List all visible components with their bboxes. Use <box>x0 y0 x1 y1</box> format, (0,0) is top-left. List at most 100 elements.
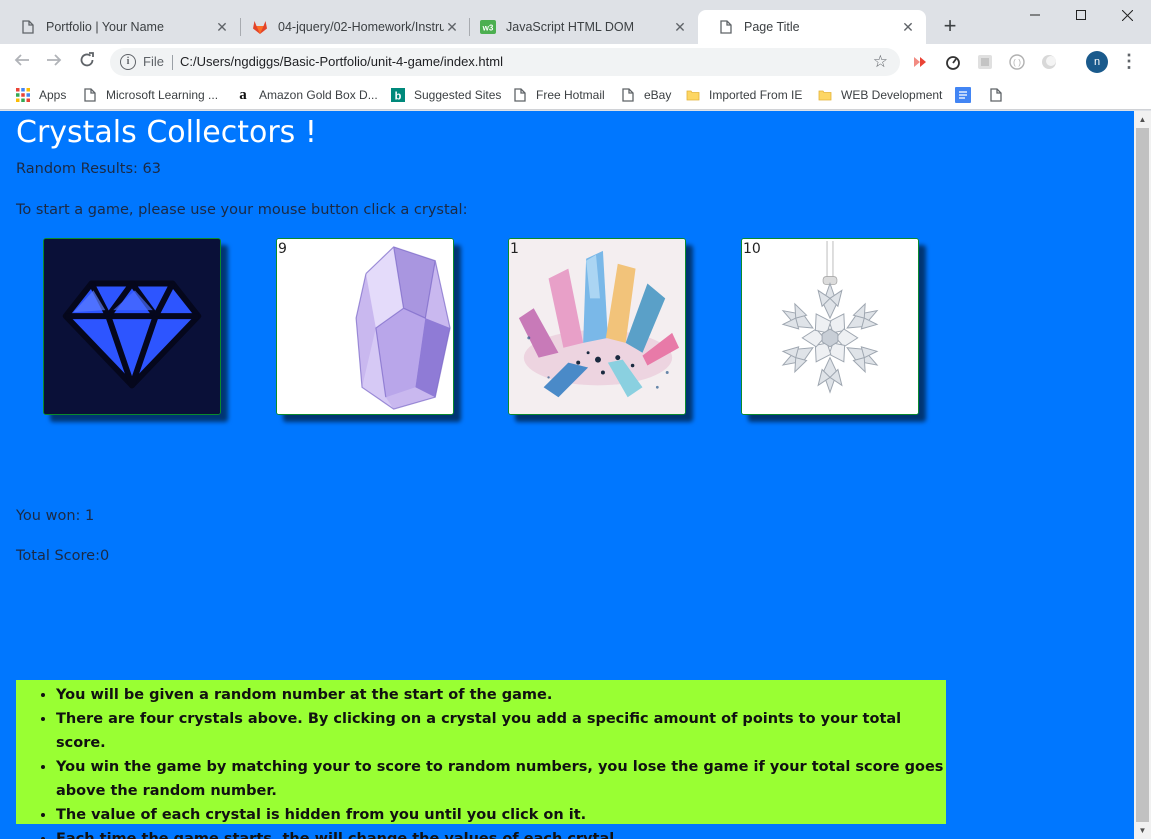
window-close-button[interactable] <box>1104 0 1150 30</box>
scrollbar-thumb[interactable] <box>1136 128 1149 822</box>
bookmark-ebay[interactable]: eBay <box>620 84 671 106</box>
instructions-box: You will be given a random number at the… <box>16 680 946 839</box>
browser-toolbar: i File C:/Users/ngdiggs/Basic-Portfolio/… <box>0 44 1151 80</box>
amazon-icon: a <box>239 86 247 103</box>
tab-w3schools[interactable]: w3 JavaScript HTML DOM ✕ <box>460 10 698 44</box>
tab-page-title[interactable]: Page Title ✕ <box>698 10 926 44</box>
start-prompt: To start a game, please use your mouse b… <box>16 202 468 218</box>
purple-crystal-image <box>277 239 453 414</box>
instruction-item: Each time the game starts, the will chan… <box>56 827 946 839</box>
svg-text:(): () <box>1012 59 1022 68</box>
w3schools-icon: w3 <box>480 19 496 35</box>
wins-counter: You won: 1 <box>16 508 95 524</box>
instructions-list: You will be given a random number at the… <box>16 683 946 839</box>
tab-gitlab[interactable]: 04-jquery/02-Homework/Instru ✕ <box>232 10 470 44</box>
scroll-up-arrow-icon[interactable]: ▲ <box>1134 111 1151 128</box>
page-icon <box>512 87 528 103</box>
bookmark-web-development[interactable]: WEB Development <box>817 84 942 106</box>
docs-icon <box>955 87 971 103</box>
minimize-button[interactable] <box>1012 0 1058 30</box>
scheme-label: File <box>143 54 164 69</box>
crystal-value: 1 <box>510 241 519 257</box>
tab-title: 04-jquery/02-Homework/Instru <box>278 20 444 34</box>
extension-cast-icon[interactable] <box>910 52 930 72</box>
maximize-button[interactable] <box>1058 0 1104 30</box>
folder-icon <box>685 87 701 103</box>
bookmark-apps[interactable]: Apps <box>15 84 66 106</box>
tab-strip: Portfolio | Your Name ✕ 04-jquery/02-Hom… <box>0 0 1151 44</box>
bookmark-amazon[interactable]: a Amazon Gold Box D... <box>235 84 378 106</box>
new-tab-button[interactable]: + <box>938 14 962 38</box>
page-icon <box>620 87 636 103</box>
tab-title: Page Title <box>744 20 800 34</box>
instruction-item: There are four crystals above. By clicki… <box>56 707 946 755</box>
close-icon[interactable]: ✕ <box>444 19 460 35</box>
bookmark-label: eBay <box>644 88 672 102</box>
bookmark-untitled[interactable] <box>988 84 1012 106</box>
bookmarks-bar: Apps Microsoft Learning ... a Amazon Gol… <box>0 80 1151 110</box>
address-bar[interactable]: i File C:/Users/ngdiggs/Basic-Portfolio/… <box>110 48 900 76</box>
bookmark-google-docs[interactable] <box>955 84 979 106</box>
extension-grid-icon[interactable] <box>975 52 995 72</box>
tab-title: JavaScript HTML DOM <box>506 20 635 34</box>
crystal-value: 9 <box>278 241 287 257</box>
profile-avatar[interactable]: n <box>1086 51 1108 73</box>
maximize-icon <box>1076 10 1086 20</box>
crystal-cluster[interactable]: 1 <box>508 238 686 415</box>
bookmark-free-hotmail[interactable]: Free Hotmail <box>512 84 605 106</box>
bookmark-suggested-sites[interactable]: b Suggested Sites <box>390 84 501 106</box>
bookmark-label: Imported From IE <box>709 88 803 102</box>
crystal-purple[interactable]: 9 <box>276 238 454 415</box>
close-icon <box>1121 9 1133 21</box>
blue-diamond-image <box>44 239 220 414</box>
info-icon[interactable]: i <box>120 54 136 70</box>
reload-button[interactable] <box>75 50 99 74</box>
svg-text:w3: w3 <box>482 24 494 33</box>
scroll-down-arrow-icon[interactable]: ▼ <box>1134 822 1151 839</box>
star-icon[interactable]: ☆ <box>873 52 888 72</box>
extension-moon-icon[interactable] <box>1039 52 1059 72</box>
reload-icon <box>80 52 94 67</box>
url-text[interactable]: C:/Users/ngdiggs/Basic-Portfolio/unit-4-… <box>180 54 503 69</box>
bookmark-imported-from-ie[interactable]: Imported From IE <box>685 84 802 106</box>
minimize-icon <box>1030 14 1040 16</box>
page-icon <box>20 19 36 35</box>
gitlab-icon <box>252 19 268 35</box>
vertical-scrollbar[interactable]: ▲ ▼ <box>1134 111 1151 839</box>
back-button[interactable] <box>10 50 34 74</box>
bookmark-label: Microsoft Learning ... <box>106 88 219 102</box>
crystal-value: 10 <box>743 241 761 257</box>
svg-text:b: b <box>395 91 402 103</box>
crystal-blue-diamond[interactable] <box>43 238 221 415</box>
crystal-snowflake[interactable]: 10 <box>741 238 919 415</box>
bookmark-label: Apps <box>39 88 67 102</box>
bookmark-label: Amazon Gold Box D... <box>259 88 378 102</box>
page-icon <box>718 19 734 35</box>
speedometer-icon[interactable] <box>943 52 963 72</box>
page-viewport: Crystals Collectors ! Random Results: 63… <box>0 111 1151 839</box>
page-icon <box>82 87 98 103</box>
instruction-item: You will be given a random number at the… <box>56 683 946 707</box>
arrow-left-icon <box>14 54 29 66</box>
omnibox-divider <box>172 55 173 70</box>
close-icon[interactable]: ✕ <box>214 19 230 35</box>
random-results: Random Results: 63 <box>16 161 161 177</box>
extension-code-icon[interactable]: () <box>1007 52 1027 72</box>
total-score: Total Score:0 <box>16 548 110 564</box>
bookmark-label: Suggested Sites <box>414 88 502 102</box>
tab-title: Portfolio | Your Name <box>46 20 164 34</box>
instruction-item: The value of each crystal is hidden from… <box>56 803 946 827</box>
forward-button[interactable] <box>42 50 66 74</box>
bookmark-label: WEB Development <box>841 88 943 102</box>
bing-icon: b <box>390 87 406 103</box>
close-icon[interactable]: ✕ <box>672 19 688 35</box>
snowflake-ornament-image <box>742 239 918 414</box>
more-menu-icon[interactable]: ⋮ <box>1120 50 1138 74</box>
close-icon[interactable]: ✕ <box>900 19 916 35</box>
arrow-right-icon <box>47 54 62 66</box>
bookmark-microsoft-learning[interactable]: Microsoft Learning ... <box>82 84 218 106</box>
bookmark-label: Free Hotmail <box>536 88 605 102</box>
instruction-item: You win the game by matching your to sco… <box>56 755 946 803</box>
tab-portfolio[interactable]: Portfolio | Your Name ✕ <box>0 10 240 44</box>
page-icon <box>988 87 1004 103</box>
